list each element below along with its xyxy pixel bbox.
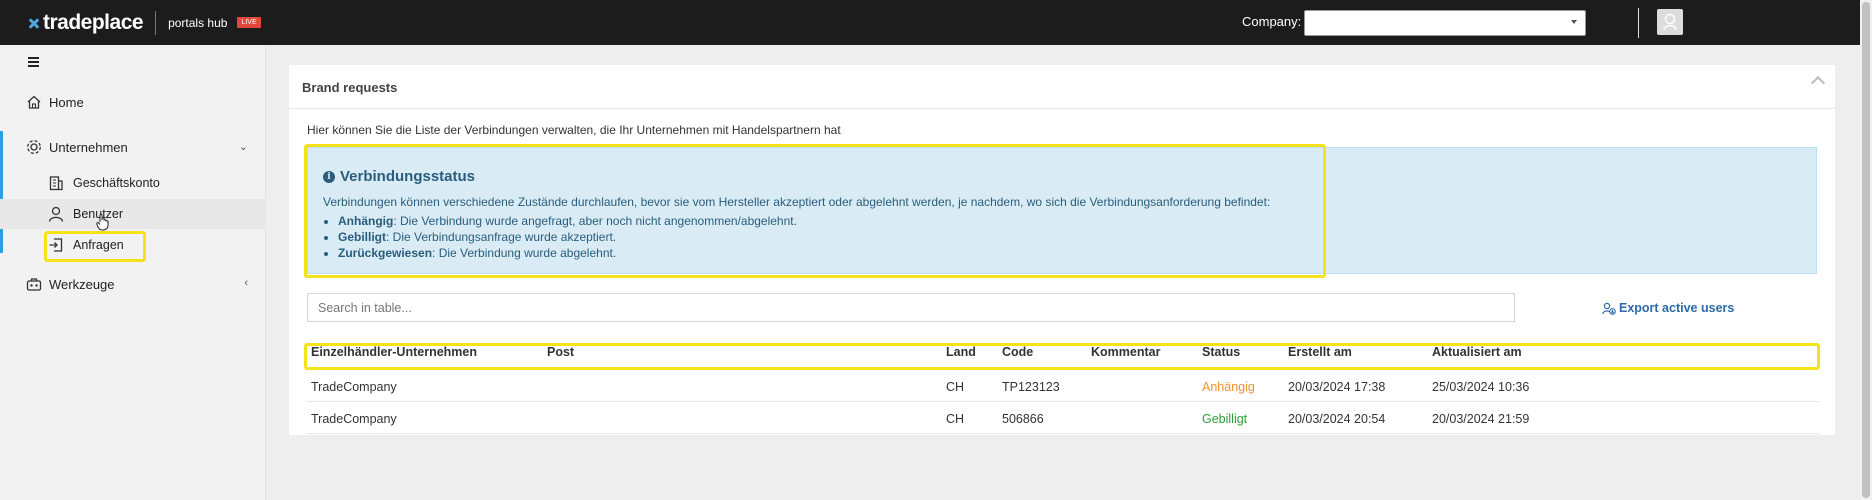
chevron-up-icon[interactable] <box>1810 75 1826 91</box>
highlight-anfragen <box>44 231 146 262</box>
status-badge: Gebilligt <box>1202 412 1248 426</box>
highlight-table-header <box>304 343 1820 370</box>
sidebar-item-unternehmen[interactable]: Unternehmen ⌄ <box>0 131 266 163</box>
card-title: Brand requests <box>302 80 398 95</box>
sidebar-item-label: Werkzeuge <box>49 276 115 292</box>
status-badge: Anhängig <box>1202 380 1255 394</box>
cell-code: 506866 <box>1002 412 1044 426</box>
sidebar-item-home[interactable]: Home <box>0 86 266 118</box>
logo-text: tradeplace <box>43 10 144 34</box>
logo-divider <box>155 10 157 35</box>
top-bar: tradeplace portals hub LIVE Company: <box>0 0 1860 45</box>
cell-land: CH <box>946 412 965 426</box>
avatar[interactable] <box>1657 9 1683 35</box>
chevron-down-icon <box>1571 20 1577 24</box>
cell-land: CH <box>946 380 965 394</box>
user-icon <box>48 206 64 222</box>
cell-company: TradeCompany <box>311 412 397 426</box>
tools-icon <box>26 278 42 291</box>
hand-cursor-icon <box>96 213 109 231</box>
building-icon <box>49 176 63 191</box>
table-row[interactable]: TradeCompany CH TP123123 Anhängig 20/03/… <box>307 371 1819 402</box>
logo-mark-icon <box>28 17 40 29</box>
scrollbar-thumb[interactable] <box>1862 2 1870 498</box>
highlight-info-box <box>304 144 1326 278</box>
cell-created: 20/03/2024 17:38 <box>1288 380 1386 394</box>
tradeplace-logo[interactable]: tradeplace <box>28 10 144 35</box>
company-select[interactable] <box>1304 10 1586 36</box>
chevron-down-icon: ⌄ <box>238 141 248 153</box>
cell-code: TP123123 <box>1002 380 1060 394</box>
card-intro-text: Hier können Sie die Liste der Verbindung… <box>307 123 841 137</box>
company-label: Company: <box>1242 14 1302 29</box>
table-search-input[interactable] <box>307 293 1515 322</box>
cell-created: 20/03/2024 20:54 <box>1288 412 1386 426</box>
cell-updated: 20/03/2024 21:59 <box>1432 412 1530 426</box>
export-active-users-button[interactable]: Export active users <box>1602 301 1734 315</box>
company-icon <box>27 140 41 154</box>
export-label: Export active users <box>1619 301 1735 315</box>
table-row[interactable]: TradeCompany CH 506866 Gebilligt 20/03/2… <box>307 403 1819 434</box>
topbar-divider <box>1638 8 1639 38</box>
users-export-icon <box>1602 302 1616 315</box>
chevron-left-icon: ‹ <box>244 277 248 289</box>
page-scrollbar[interactable] <box>1860 0 1872 500</box>
sidebar-item-geschaeftskonto[interactable]: Geschäftskonto <box>0 168 266 198</box>
sidebar-item-benutzer[interactable]: Benutzer <box>0 199 266 231</box>
hamburger-menu-icon[interactable] <box>28 57 39 67</box>
card-header: Brand requests <box>289 65 1835 109</box>
sidebar-item-werkzeuge[interactable]: Werkzeuge ‹ <box>0 268 266 300</box>
sidebar-item-label: Home <box>49 94 84 110</box>
live-badge: LIVE <box>237 17 261 28</box>
sidebar: Home Unternehmen ⌄ Geschäftskonto Benutz… <box>0 45 266 500</box>
hub-label: portals hub <box>168 15 228 30</box>
home-icon <box>27 95 41 109</box>
sidebar-item-label: Geschäftskonto <box>73 176 160 190</box>
user-avatar-icon <box>1663 13 1677 31</box>
cell-updated: 25/03/2024 10:36 <box>1432 380 1530 394</box>
cell-company: TradeCompany <box>311 380 397 394</box>
brand-requests-card: Brand requests Hier können Sie die Liste… <box>289 65 1835 435</box>
sidebar-item-label: Unternehmen <box>49 139 128 155</box>
